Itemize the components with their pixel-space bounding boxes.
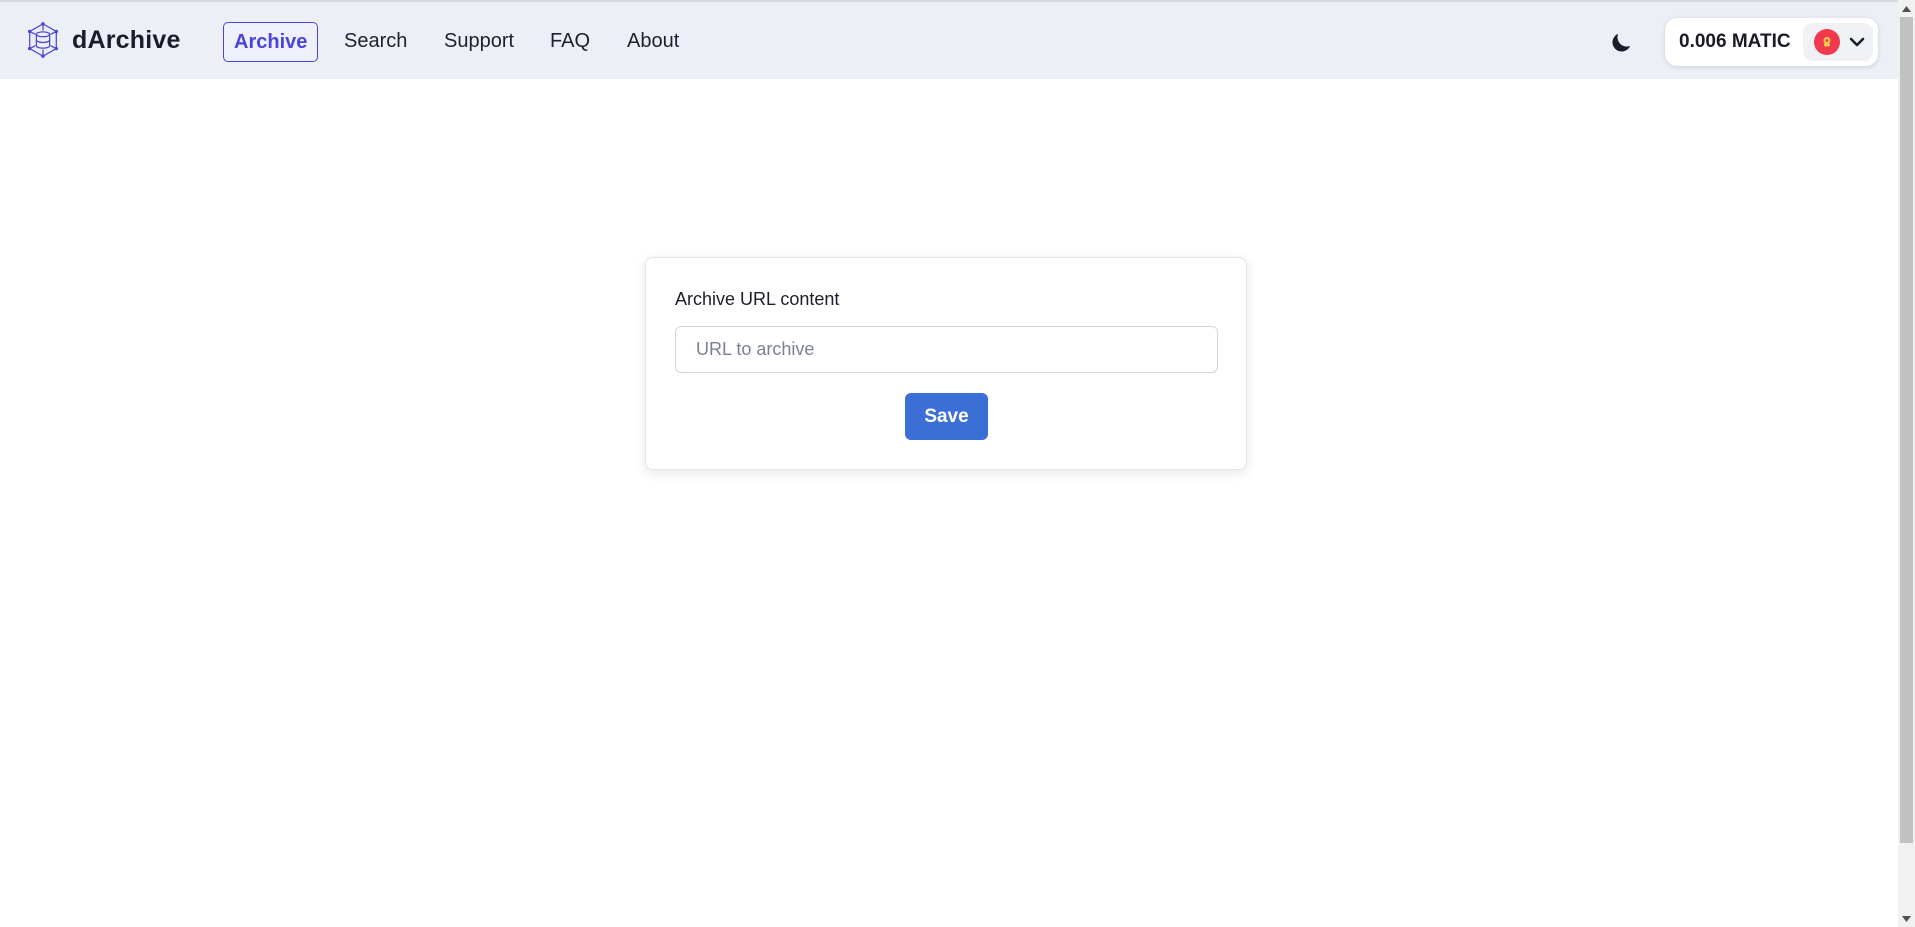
nav-item-faq[interactable]: FAQ	[550, 22, 590, 62]
navbar: dArchive Archive Search Support FAQ Abou…	[0, 2, 1898, 79]
page: dArchive Archive Search Support FAQ Abou…	[0, 0, 1915, 927]
archive-form-card: Archive URL content Save	[645, 257, 1247, 470]
chevron-down-icon	[1849, 37, 1865, 47]
cube-network-logo-icon	[27, 22, 59, 58]
wallet-button[interactable]: 0.006 MATIC	[1665, 18, 1878, 66]
account-avatar-icon	[1814, 29, 1840, 55]
save-button[interactable]: Save	[905, 393, 988, 440]
scroll-down-arrow-icon[interactable]	[1898, 910, 1915, 927]
brand-name: dArchive	[72, 25, 181, 54]
nav-item-search[interactable]: Search	[344, 22, 407, 62]
wallet-balance: 0.006 MATIC	[1679, 31, 1791, 52]
brand-link[interactable]: dArchive	[24, 20, 181, 60]
nav-item-support[interactable]: Support	[444, 22, 514, 62]
nav-item-archive[interactable]: Archive	[223, 22, 319, 62]
scroll-thumb[interactable]	[1900, 17, 1913, 843]
nav-item-about[interactable]: About	[627, 22, 679, 62]
moon-icon[interactable]	[1608, 30, 1634, 56]
archive-url-label: Archive URL content	[675, 289, 840, 309]
scroll-up-arrow-icon[interactable]	[1898, 0, 1915, 17]
url-input[interactable]	[675, 326, 1218, 373]
account-dropdown[interactable]	[1803, 23, 1873, 61]
vertical-scrollbar[interactable]	[1898, 0, 1915, 927]
